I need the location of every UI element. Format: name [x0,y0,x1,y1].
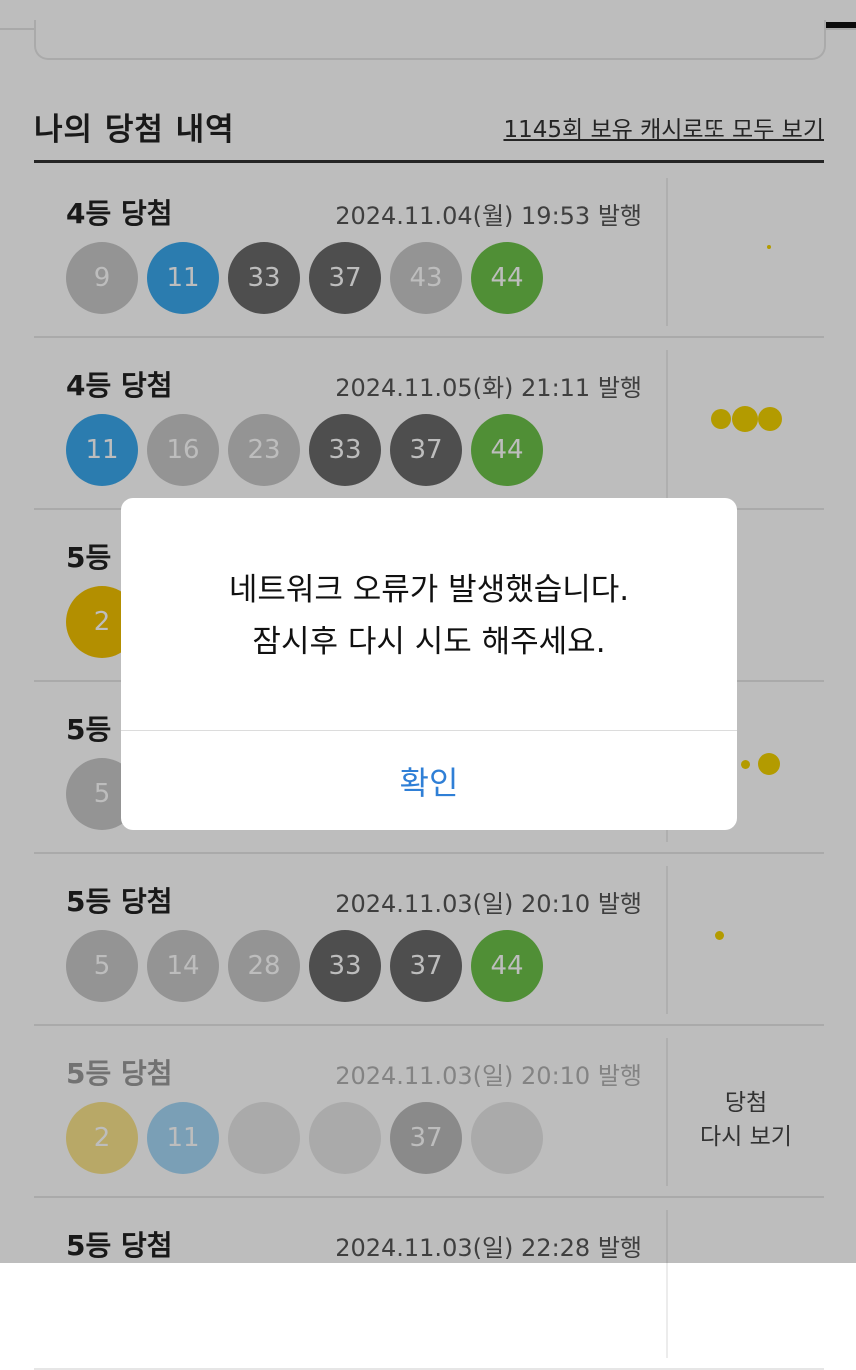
dialog-message: 네트워크 오류가 발생했습니다. 잠시후 다시 시도 해주세요. [121,564,737,668]
dialog-message-line-1: 네트워크 오류가 발생했습니다. [228,572,630,608]
error-dialog: 네트워크 오류가 발생했습니다. 잠시후 다시 시도 해주세요. 확인 [121,498,737,830]
dialog-message-line-2: 잠시후 다시 시도 해주세요. [252,624,606,660]
confirm-button[interactable]: 확인 [121,731,737,830]
